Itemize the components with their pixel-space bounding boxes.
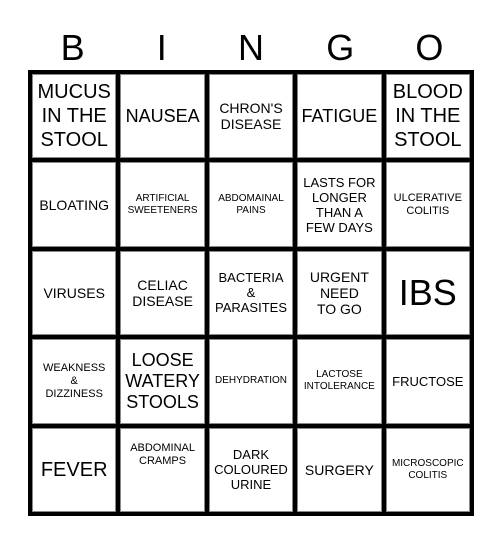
bingo-cell[interactable]: ABDOMINAL CRAMPS	[120, 427, 205, 512]
bingo-cell[interactable]: ULCERATIVE COLITIS	[385, 162, 470, 247]
bingo-cell-label: LASTS FOR LONGER THAN A FEW DAYS	[303, 174, 376, 235]
bingo-cell[interactable]: WEAKNESS & DIZZINESS	[32, 339, 117, 424]
bingo-cell-label: LACTOSE INTOLERANCE	[303, 369, 375, 393]
bingo-grid: MUCUS IN THE STOOL NAUSEA CHRON'S DISEASE F…	[28, 70, 474, 516]
bingo-cell[interactable]: CHRON'S DISEASE	[208, 74, 294, 159]
bingo-cell[interactable]: MICROSCOPIC COLITIS	[385, 427, 470, 512]
bingo-cell[interactable]: VIRUSES	[32, 250, 117, 336]
bingo-cell-label: MICROSCOPIC COLITIS	[391, 457, 464, 481]
bingo-header: B I N G O	[28, 26, 474, 70]
bingo-cell-label: FATIGUE	[301, 105, 378, 126]
bingo-cell[interactable]: MUCUS IN THE STOOL	[32, 74, 117, 159]
bingo-cell[interactable]: FRUCTOSE	[385, 339, 470, 424]
bingo-cell-label: SURGERY	[304, 461, 374, 478]
bingo-cell[interactable]: DARK COLOURED URINE	[208, 427, 294, 512]
bingo-cell-label: FEVER	[40, 458, 108, 481]
bingo-cell-label: BACTERIA & PARASITES	[214, 270, 287, 316]
bingo-cell-label: BLOATING	[39, 196, 110, 213]
bingo-cell[interactable]: SURGERY	[297, 427, 382, 512]
bingo-cell-label: LOOSE WATERY STOOLS	[125, 349, 200, 412]
bingo-cell-label: CHRON'S DISEASE	[219, 100, 283, 133]
bingo-cell-label: ABDOMINAL CRAMPS	[130, 441, 195, 467]
bingo-cell[interactable]: NAUSEA	[120, 74, 205, 159]
bingo-cell-label: ABDOMAINAL PAINS	[218, 192, 284, 216]
bingo-cell[interactable]: FEVER	[32, 427, 117, 512]
bingo-cell[interactable]: LOOSE WATERY STOOLS	[120, 339, 205, 424]
header-letter-o: O	[415, 27, 444, 68]
bingo-cell-label: IBS	[398, 271, 457, 313]
bingo-cell[interactable]: LACTOSE INTOLERANCE	[297, 339, 382, 424]
bingo-cell-label: WEAKNESS & DIZZINESS	[43, 361, 106, 400]
header-letter-i: I	[156, 27, 167, 68]
header-letter-n: N	[237, 27, 264, 68]
bingo-cell[interactable]: LASTS FOR LONGER THAN A FEW DAYS	[297, 162, 382, 247]
bingo-cell[interactable]: IBS	[385, 250, 470, 336]
bingo-cell[interactable]: BLOATING	[32, 162, 117, 247]
bingo-cell-label: CELIAC DISEASE	[132, 276, 193, 309]
bingo-cell-label: VIRUSES	[43, 284, 105, 301]
bingo-cell[interactable]: DEHYDRATION	[208, 339, 294, 424]
bingo-cell[interactable]: ABDOMAINAL PAINS	[208, 162, 294, 247]
bingo-cell[interactable]: CELIAC DISEASE	[120, 250, 205, 336]
bingo-cell-label: DEHYDRATION	[214, 375, 288, 387]
bingo-cell[interactable]: BLOOD IN THE STOOL	[385, 74, 470, 159]
bingo-cell-label: DARK COLOURED URINE	[214, 447, 288, 493]
bingo-cell[interactable]: ARTIFICIAL SWEETENERS	[120, 162, 205, 247]
bingo-cell-label: ULCERATIVE COLITIS	[393, 191, 462, 217]
header-letter-g: G	[326, 27, 355, 68]
bingo-cell-label: ARTIFICIAL SWEETENERS	[127, 192, 198, 216]
bingo-cell-label: BLOOD IN THE STOOL	[392, 81, 463, 152]
bingo-cell-label: FRUCTOSE	[392, 373, 464, 389]
bingo-cell[interactable]: FATIGUE	[297, 74, 382, 159]
bingo-cell[interactable]: BACTERIA & PARASITES	[208, 250, 294, 336]
bingo-cell-label: NAUSEA	[125, 105, 200, 126]
bingo-cell-label: URGENT NEED TO GO	[309, 268, 369, 317]
bingo-cell[interactable]: URGENT NEED TO GO	[297, 250, 382, 336]
bingo-cell-label: MUCUS IN THE STOOL	[37, 81, 111, 152]
header-letter-b: B	[60, 27, 85, 68]
